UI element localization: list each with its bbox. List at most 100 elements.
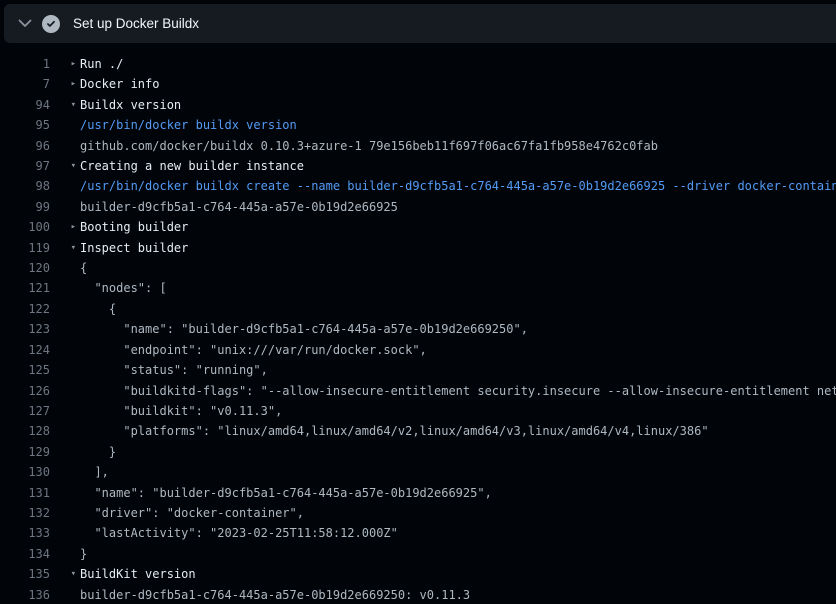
line-number[interactable]: 135	[0, 564, 50, 584]
output-text: github.com/docker/buildx 0.10.3+azure-1 …	[80, 136, 658, 156]
log-group-line[interactable]: 1▸Run ./	[0, 54, 836, 74]
line-number[interactable]: 128	[0, 421, 50, 441]
check-circle-icon	[42, 15, 60, 33]
log-group-line[interactable]: 7▸Docker info	[0, 74, 836, 94]
output-text: "status": "running",	[80, 360, 268, 380]
log-line: 98/usr/bin/docker buildx create --name b…	[0, 176, 836, 196]
log-line: 120 {	[0, 258, 836, 278]
gutter-spacer	[50, 197, 80, 217]
log-line: 99 builder-d9cfb5a1-c764-445a-a57e-0b19d2…	[0, 197, 836, 217]
group-title-text: Booting builder	[80, 217, 188, 237]
line-number[interactable]: 120	[0, 258, 50, 278]
triangle-right-icon: ▸	[50, 74, 80, 94]
log-line: 96 github.com/docker/buildx 0.10.3+azure-…	[0, 136, 836, 156]
line-number[interactable]: 119	[0, 238, 50, 258]
log-group-line[interactable]: 135▾BuildKit version	[0, 564, 836, 584]
log-line: 131 "name": "builder-d9cfb5a1-c764-445a-…	[0, 483, 836, 503]
output-text: "platforms": "linux/amd64,linux/amd64/v2…	[80, 421, 709, 441]
step-title: Set up Docker Buildx	[73, 16, 199, 31]
gutter-spacer	[50, 401, 80, 421]
gutter-spacer	[50, 381, 80, 401]
group-title-text: Buildx version	[80, 95, 181, 115]
output-text: "buildkitd-flags": "--allow-insecure-ent…	[80, 381, 836, 401]
line-number[interactable]: 125	[0, 360, 50, 380]
output-text: "name": "builder-d9cfb5a1-c764-445a-a57e…	[80, 483, 492, 503]
gutter-spacer	[50, 585, 80, 604]
triangle-down-icon: ▾	[50, 95, 80, 115]
triangle-right-icon: ▸	[50, 217, 80, 237]
gutter-spacer	[50, 136, 80, 156]
line-number[interactable]: 1	[0, 54, 50, 74]
line-number[interactable]: 99	[0, 197, 50, 217]
line-number[interactable]: 98	[0, 176, 50, 196]
output-text: }	[80, 442, 116, 462]
output-text: "lastActivity": "2023-02-25T11:58:12.000…	[80, 523, 398, 543]
line-number[interactable]: 127	[0, 401, 50, 421]
log-line: 133 "lastActivity": "2023-02-25T11:58:12…	[0, 523, 836, 543]
line-number[interactable]: 100	[0, 217, 50, 237]
line-number[interactable]: 121	[0, 278, 50, 298]
command-text: /usr/bin/docker buildx create --name bui…	[80, 176, 836, 196]
log-container: 1▸Run ./7▸Docker info94▾Buildx version95…	[0, 43, 836, 604]
log-line: 128 "platforms": "linux/amd64,linux/amd6…	[0, 421, 836, 441]
output-text: "name": "builder-d9cfb5a1-c764-445a-a57e…	[80, 319, 528, 339]
line-number[interactable]: 129	[0, 442, 50, 462]
line-number[interactable]: 133	[0, 523, 50, 543]
gutter-spacer	[50, 340, 80, 360]
line-number[interactable]: 134	[0, 544, 50, 564]
gutter-spacer	[50, 258, 80, 278]
gutter-spacer	[50, 176, 80, 196]
gutter-spacer	[50, 544, 80, 564]
line-number[interactable]: 122	[0, 299, 50, 319]
gutter-spacer	[50, 483, 80, 503]
log-line: 95/usr/bin/docker buildx version	[0, 115, 836, 135]
line-number[interactable]: 7	[0, 74, 50, 94]
log-group-line[interactable]: 94▾Buildx version	[0, 95, 836, 115]
gutter-spacer	[50, 115, 80, 135]
line-number[interactable]: 96	[0, 136, 50, 156]
log-group-line[interactable]: 97▾Creating a new builder instance	[0, 156, 836, 176]
log-line: 122 {	[0, 299, 836, 319]
output-text: {	[80, 258, 87, 278]
log-line: 132 "driver": "docker-container",	[0, 503, 836, 523]
chevron-down-icon	[18, 19, 32, 28]
log-line: 124 "endpoint": "unix:///var/run/docker.…	[0, 340, 836, 360]
log-line: 123 "name": "builder-d9cfb5a1-c764-445a-…	[0, 319, 836, 339]
line-number[interactable]: 132	[0, 503, 50, 523]
log-line: 127 "buildkit": "v0.11.3",	[0, 401, 836, 421]
output-text: "driver": "docker-container",	[80, 503, 304, 523]
log-group-line[interactable]: 119▾Inspect builder	[0, 238, 836, 258]
line-number[interactable]: 97	[0, 156, 50, 176]
log-line: 126 "buildkitd-flags": "--allow-insecure…	[0, 381, 836, 401]
line-number[interactable]: 131	[0, 483, 50, 503]
line-number[interactable]: 130	[0, 462, 50, 482]
output-text: "nodes": [	[80, 278, 167, 298]
output-text: builder-d9cfb5a1-c764-445a-a57e-0b19d2e6…	[80, 197, 398, 217]
line-number[interactable]: 124	[0, 340, 50, 360]
log-line: 125 "status": "running",	[0, 360, 836, 380]
gutter-spacer	[50, 421, 80, 441]
gutter-spacer	[50, 319, 80, 339]
output-text: "buildkit": "v0.11.3",	[80, 401, 282, 421]
command-text: /usr/bin/docker buildx version	[80, 115, 297, 135]
line-number[interactable]: 126	[0, 381, 50, 401]
line-number[interactable]: 95	[0, 115, 50, 135]
gutter-spacer	[50, 442, 80, 462]
output-text: }	[80, 544, 87, 564]
gutter-spacer	[50, 462, 80, 482]
group-title-text: Docker info	[80, 74, 159, 94]
log-group-line[interactable]: 100▸Booting builder	[0, 217, 836, 237]
group-title-text: Creating a new builder instance	[80, 156, 304, 176]
gutter-spacer	[50, 299, 80, 319]
line-number[interactable]: 94	[0, 95, 50, 115]
log-line: 134}	[0, 544, 836, 564]
step-header[interactable]: Set up Docker Buildx	[4, 4, 836, 43]
log-line: 121 "nodes": [	[0, 278, 836, 298]
log-line: 130 ],	[0, 462, 836, 482]
group-title-text: Run ./	[80, 54, 123, 74]
triangle-down-icon: ▾	[50, 238, 80, 258]
line-number[interactable]: 136	[0, 585, 50, 604]
gutter-spacer	[50, 523, 80, 543]
line-number[interactable]: 123	[0, 319, 50, 339]
group-title-text: BuildKit version	[80, 564, 196, 584]
